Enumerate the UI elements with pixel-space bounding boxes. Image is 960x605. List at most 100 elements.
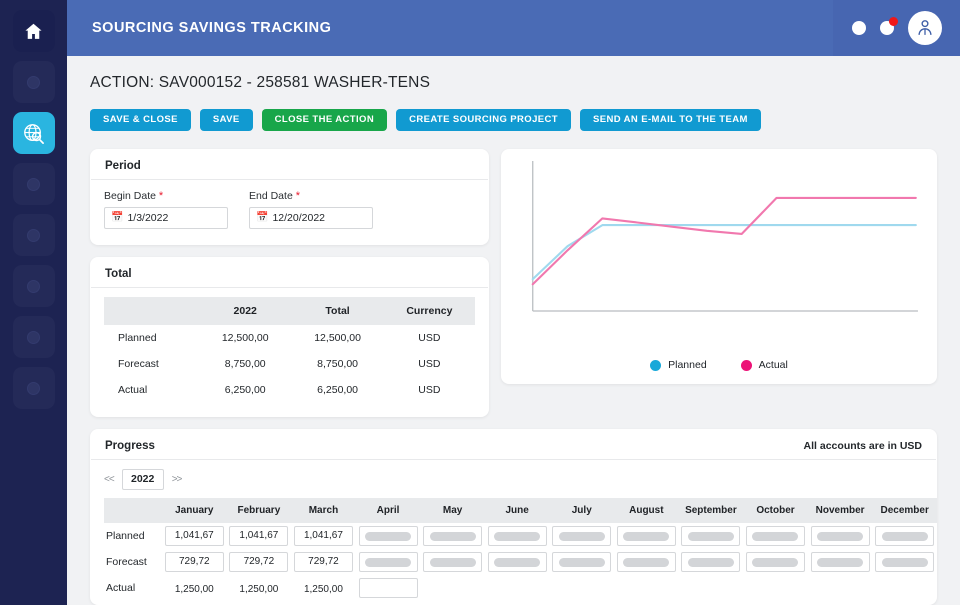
amount-input-august[interactable] <box>616 526 676 546</box>
loading-placeholder <box>494 531 541 541</box>
total-col-total: Total <box>291 297 384 325</box>
end-date-input[interactable]: 📅 12/20/2022 <box>249 207 373 229</box>
year-navigation: << 2022 >> <box>90 460 937 498</box>
user-avatar-icon[interactable] <box>907 11 942 45</box>
amount-input-september[interactable] <box>681 526 741 546</box>
month-cell <box>614 575 679 601</box>
amount-input-march[interactable]: 1,041,67 <box>293 526 353 546</box>
dot-icon <box>27 75 40 89</box>
row-year-value: 6,250,00 <box>224 384 266 396</box>
total-header-row: 2022 Total Currency <box>104 297 475 325</box>
create-sourcing-project-button[interactable]: CREATE SOURCING PROJECT <box>396 109 571 131</box>
months-col-december: December <box>872 498 937 523</box>
month-cell <box>808 549 873 575</box>
loading-placeholder <box>494 557 541 567</box>
amount-input-march[interactable]: 729,72 <box>293 552 353 572</box>
amount-input-august[interactable] <box>616 552 676 572</box>
amount-input-november[interactable] <box>810 526 870 546</box>
months-col-may: May <box>420 498 485 523</box>
month-cell <box>549 523 614 549</box>
amount-input-may[interactable] <box>423 526 483 546</box>
amount-input-january[interactable]: 1,041,67 <box>164 526 224 546</box>
months-col-april: April <box>355 498 421 523</box>
amount-input-june[interactable] <box>487 552 547 572</box>
amount-input-april[interactable] <box>358 578 418 598</box>
loading-placeholder <box>881 531 928 541</box>
amount-input-december[interactable] <box>875 526 935 546</box>
amount-input-november[interactable] <box>810 552 870 572</box>
send-email-to-team-button[interactable]: SEND AN E-MAIL TO THE TEAM <box>579 109 761 131</box>
monthly-progress-table: January February March April May June July Augu… <box>104 498 937 601</box>
row-currency: USD <box>418 384 441 396</box>
page-content: ACTION: SAV000152 - 258581 WASHER-TENS S… <box>67 56 960 605</box>
sidebar-item-4[interactable] <box>12 163 55 205</box>
row-currency: USD <box>418 358 441 370</box>
sidebar-item-home[interactable] <box>12 10 55 52</box>
year-input[interactable]: 2022 <box>121 469 164 490</box>
amount-input-february[interactable]: 1,041,67 <box>229 526 289 546</box>
loading-placeholder <box>881 557 928 567</box>
total-title: Total <box>91 257 488 288</box>
month-cell <box>743 523 808 549</box>
month-cell <box>743 575 808 601</box>
amount-input-june[interactable] <box>487 526 547 546</box>
month-cell <box>808 523 873 549</box>
months-col-september: September <box>678 498 744 523</box>
row-total-value: 12,500,00 <box>314 332 361 344</box>
user-icon <box>917 20 932 35</box>
month-cell: 1,250,00 <box>162 575 227 601</box>
amount-input-february[interactable]: 729,72 <box>229 552 289 572</box>
months-table-head: January February March April May June July Augu… <box>104 498 937 523</box>
amount-input-july[interactable] <box>552 552 612 572</box>
month-cell: 1,250,00 <box>291 575 356 601</box>
notification-circle-icon[interactable] <box>879 17 898 35</box>
amount-input-july[interactable] <box>552 526 612 546</box>
month-cell <box>872 549 937 575</box>
amount-input-april[interactable] <box>358 526 418 546</box>
action-toolbar: SAVE & CLOSE SAVE CLOSE THE ACTION CREAT… <box>67 92 960 131</box>
table-row: Actual 6,250,00 6,250,00 USD <box>104 377 475 403</box>
loading-placeholder <box>623 557 670 567</box>
amount-input-april[interactable] <box>358 552 418 572</box>
sidebar-item-8[interactable] <box>12 367 55 409</box>
loading-placeholder <box>429 531 476 541</box>
loading-placeholder <box>558 531 605 541</box>
currency-note: All accounts are in USD <box>803 440 922 452</box>
right-column: Planned Actual <box>501 149 937 384</box>
sidebar-item-5[interactable] <box>12 214 55 256</box>
next-year-button[interactable]: >> <box>172 474 183 485</box>
begin-date-input[interactable]: 📅 1/3/2022 <box>104 207 228 229</box>
amount-input-december[interactable] <box>875 552 935 572</box>
amount-input-october[interactable] <box>745 552 805 572</box>
legend-item-planned[interactable]: Planned <box>650 359 707 371</box>
amount-value-january: 1,250,00 <box>174 584 214 595</box>
row-label: Forecast <box>106 556 147 568</box>
legend-color-dot <box>740 359 752 371</box>
total-table-body: Planned 12,500,00 12,500,00 USD Forecast… <box>104 325 475 403</box>
legend-label: Actual <box>758 359 788 371</box>
amount-input-october[interactable] <box>745 526 805 546</box>
month-cell <box>743 549 808 575</box>
month-cell: 1,250,00 <box>227 575 292 601</box>
month-cell: 1,041,67 <box>227 523 292 549</box>
row-label: Actual <box>118 384 148 396</box>
month-cell <box>872 575 937 601</box>
sidebar-item-7[interactable] <box>12 316 55 358</box>
prev-year-button[interactable]: << <box>104 474 115 485</box>
left-column: Period Begin Date * 📅 1/3/2022 End Date … <box>90 149 489 417</box>
row-label: Actual <box>106 582 136 594</box>
amount-input-may[interactable] <box>423 552 483 572</box>
months-header-row: January February March April May June July Augu… <box>104 498 937 523</box>
months-col-november: November <box>807 498 873 523</box>
month-cell <box>872 523 937 549</box>
save-and-close-button[interactable]: SAVE & CLOSE <box>90 109 191 131</box>
amount-input-september[interactable] <box>681 552 741 572</box>
save-button[interactable]: SAVE <box>199 109 253 131</box>
legend-item-actual[interactable]: Actual <box>740 359 788 371</box>
sidebar-item-2[interactable] <box>12 61 55 103</box>
circle-icon[interactable] <box>851 21 866 35</box>
sidebar-item-sourcing[interactable] <box>12 112 55 154</box>
amount-input-january[interactable]: 729,72 <box>164 552 224 572</box>
close-the-action-button[interactable]: CLOSE THE ACTION <box>261 109 388 131</box>
sidebar-item-6[interactable] <box>12 265 55 307</box>
